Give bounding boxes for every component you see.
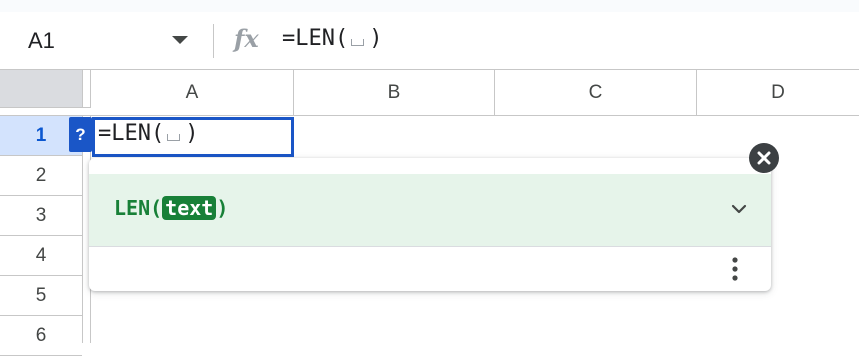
- function-name: LEN(: [114, 196, 163, 220]
- more-vert-icon[interactable]: [725, 255, 745, 285]
- row-header-2[interactable]: 2: [0, 156, 82, 196]
- row-header-4[interactable]: 4: [0, 236, 82, 276]
- formula-input[interactable]: =LEN(): [282, 26, 382, 51]
- name-box-dropdown-icon[interactable]: [172, 36, 188, 44]
- formula-prefix: =LEN(: [282, 26, 349, 51]
- close-help-button[interactable]: [749, 143, 779, 173]
- cell-editor-text[interactable]: =LEN(): [98, 121, 198, 146]
- formula-help-header[interactable]: LEN(text): [89, 174, 771, 247]
- fx-icon: fx: [234, 24, 259, 53]
- formula-suffix: ): [369, 26, 383, 51]
- select-all-corner[interactable]: [0, 70, 82, 107]
- space-marker-icon: [351, 39, 365, 46]
- formula-help-popup: LEN(text): [89, 158, 771, 291]
- function-close-paren: ): [216, 196, 229, 220]
- cell-text-suffix: ): [185, 121, 199, 146]
- row-header-5[interactable]: 5: [0, 276, 82, 316]
- column-header-b[interactable]: B: [294, 70, 495, 116]
- column-header-a[interactable]: A: [91, 70, 294, 116]
- column-header-c[interactable]: C: [495, 70, 697, 116]
- chevron-down-icon[interactable]: [730, 200, 748, 218]
- space-marker-icon: [167, 134, 181, 141]
- formula-bar-divider: [213, 24, 214, 58]
- function-signature: LEN(text): [114, 196, 228, 220]
- formula-bar: A1 fx =LEN(): [0, 12, 859, 70]
- column-header-d[interactable]: D: [697, 70, 859, 116]
- row-header-3[interactable]: 3: [0, 196, 82, 236]
- close-icon: [757, 151, 771, 165]
- name-box[interactable]: A1: [28, 28, 55, 54]
- top-strip: [0, 0, 859, 12]
- function-argument: text: [162, 196, 217, 220]
- row-header-6[interactable]: 6: [0, 316, 82, 356]
- cell-text-prefix: =LEN(: [98, 121, 165, 146]
- formula-help-toggle-button[interactable]: ?: [69, 117, 92, 152]
- frozen-row-divider[interactable]: [0, 107, 91, 116]
